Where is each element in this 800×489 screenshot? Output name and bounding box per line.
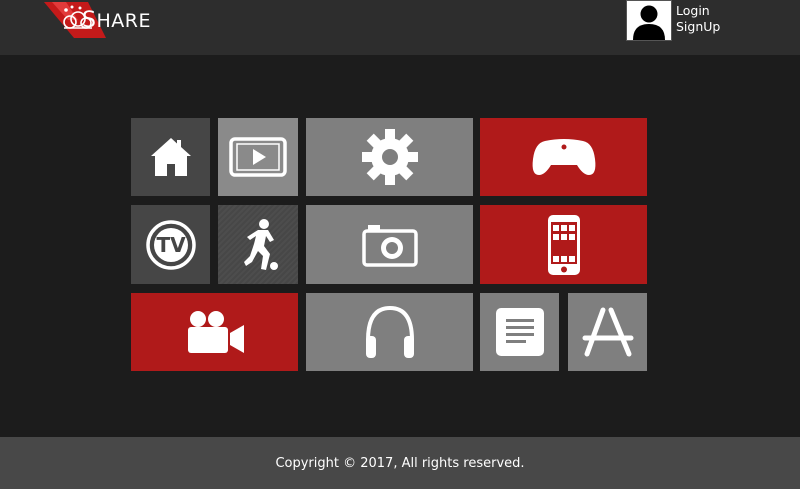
tile-movies[interactable] [131,293,298,371]
tile-photos[interactable] [306,205,473,284]
gamepad-icon [532,139,595,175]
document-icon [495,308,544,356]
camera-icon [361,224,418,267]
copyright-text: Copyright © 2017, All rights reserved. [275,455,525,471]
tv-icon: TV [145,219,196,270]
footer: Copyright © 2017, All rights reserved. [0,437,800,489]
auth-links: Login SignUp [676,3,720,35]
smartphone-icon [547,214,580,275]
movie-camera-icon [187,311,244,353]
home-icon [150,138,191,176]
app-store-icon [582,307,633,357]
video-player-icon [229,137,287,177]
tile-home[interactable] [131,118,210,196]
user-icon [627,1,671,40]
headphones-icon [365,305,414,358]
soccer-player-icon [244,218,278,270]
tile-video[interactable] [218,118,298,196]
tile-apps[interactable] [480,205,647,284]
tile-sports[interactable] [218,205,298,284]
tile-documents[interactable] [480,293,559,371]
login-link[interactable]: Login [676,3,720,19]
svg-text:TV: TV [156,233,186,257]
tile-music[interactable] [306,293,473,371]
brand-initial: S [82,8,97,33]
brand-rest: HARE [96,10,151,32]
brand-name[interactable]: SHARE [82,8,151,33]
tile-settings[interactable] [306,118,473,196]
avatar[interactable] [626,0,672,41]
signup-link[interactable]: SignUp [676,19,720,35]
tile-app-store[interactable] [568,293,647,371]
gear-icon [361,129,418,185]
header: SHARE Login SignUp [0,0,800,55]
tile-tv[interactable]: TV [131,205,210,284]
tile-games[interactable] [480,118,647,196]
